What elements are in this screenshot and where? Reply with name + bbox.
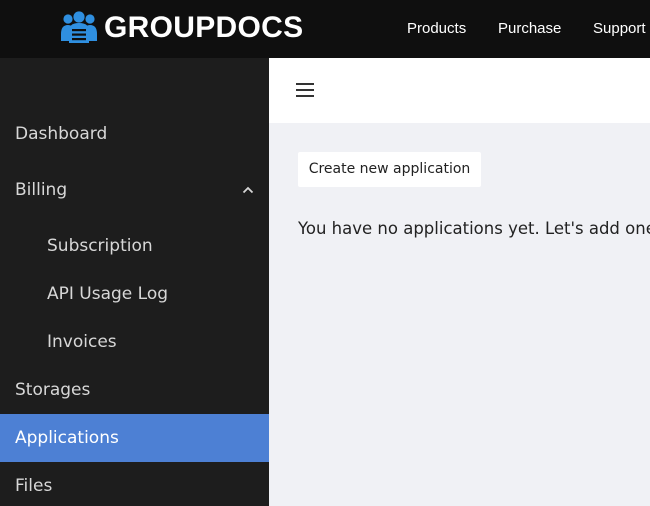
top-navigation-bar: GROUPDOCS Products Purchase Support [0, 0, 650, 58]
sidebar-item-dashboard[interactable]: Dashboard [0, 110, 269, 158]
sidebar: Dashboard Billing Subscription API Usage… [0, 58, 269, 506]
sidebar-item-billing[interactable]: Billing [0, 166, 269, 214]
sidebar-item-api-usage-log[interactable]: API Usage Log [0, 270, 269, 318]
chevron-up-icon[interactable] [242, 186, 254, 194]
create-new-application-button[interactable]: Create new application [298, 152, 481, 187]
brand[interactable]: GROUPDOCS [60, 10, 303, 46]
sidebar-item-label: API Usage Log [47, 284, 169, 304]
sidebar-item-label: Invoices [47, 332, 117, 352]
nav-purchase-link[interactable]: Purchase [498, 20, 561, 37]
sidebar-item-label: Applications [15, 428, 119, 448]
sidebar-item-storages[interactable]: Storages [0, 366, 269, 414]
sidebar-item-invoices[interactable]: Invoices [0, 318, 269, 366]
empty-state-message: You have no applications yet. Let's add … [298, 219, 650, 238]
nav-products-link[interactable]: Products [407, 20, 466, 37]
hamburger-menu-icon[interactable] [296, 83, 314, 97]
sidebar-item-label: Subscription [47, 236, 153, 256]
groupdocs-people-logo-icon [61, 11, 97, 43]
main-content: Create new application You have no appli… [269, 123, 650, 506]
sidebar-item-label: Files [15, 476, 53, 496]
nav-support-link[interactable]: Support [593, 20, 646, 37]
sidebar-item-files[interactable]: Files [0, 462, 269, 506]
sidebar-item-applications[interactable]: Applications [0, 414, 269, 462]
sidebar-item-subscription[interactable]: Subscription [0, 222, 269, 270]
sidebar-item-label: Storages [15, 380, 91, 400]
content-header [269, 58, 650, 123]
sidebar-item-label: Billing [15, 180, 68, 200]
sidebar-item-label: Dashboard [15, 124, 108, 144]
brand-name: GROUPDOCS [104, 11, 304, 44]
